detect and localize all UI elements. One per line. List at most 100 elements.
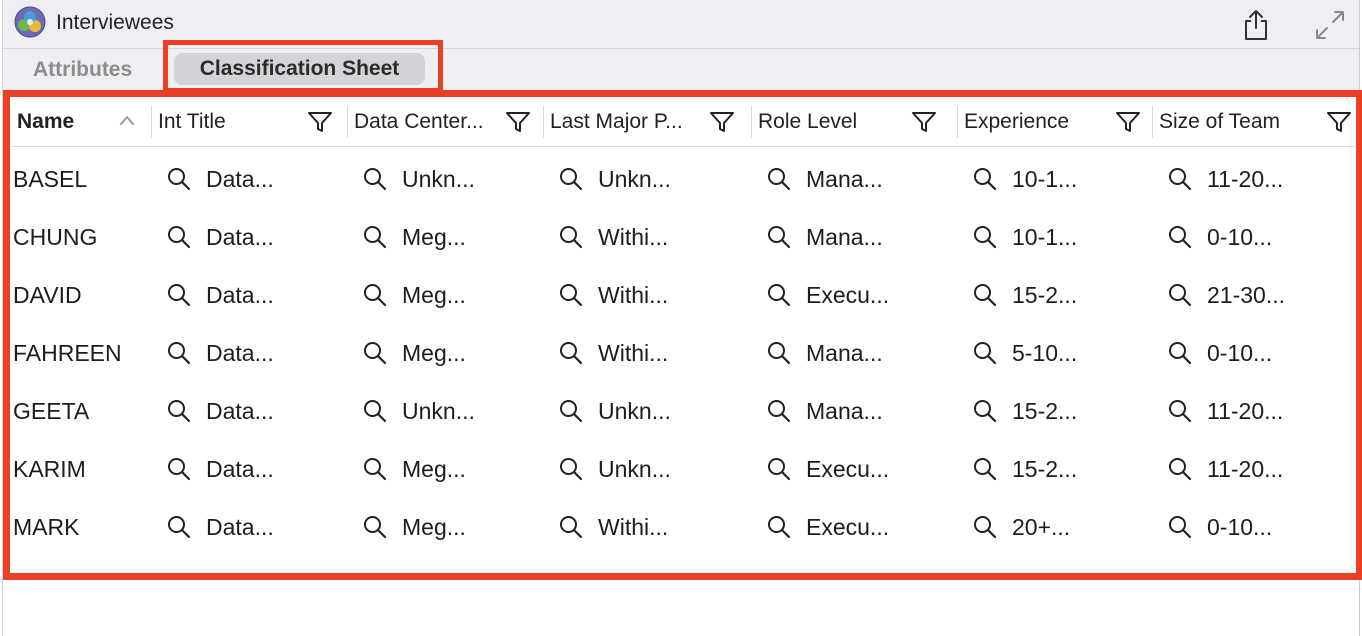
table-row[interactable]: GEETA Data... Unkn... Unkn... Mana... 15-2...… — [11, 380, 1355, 438]
magnifier-icon[interactable] — [166, 282, 192, 308]
table-cell[interactable]: Execu... — [766, 452, 889, 486]
table-cell[interactable]: Execu... — [766, 510, 889, 544]
table-cell[interactable]: Withi... — [558, 336, 668, 370]
magnifier-icon[interactable] — [972, 340, 998, 366]
table-cell[interactable]: Withi... — [558, 220, 668, 254]
table-row[interactable]: MARK Data... Meg... Withi... Execu... 20+... 0… — [11, 496, 1355, 554]
magnifier-icon[interactable] — [362, 398, 388, 424]
magnifier-icon[interactable] — [558, 398, 584, 424]
expand-icon[interactable] — [1313, 8, 1347, 42]
magnifier-icon[interactable] — [1167, 282, 1193, 308]
magnifier-icon[interactable] — [362, 340, 388, 366]
magnifier-icon[interactable] — [766, 282, 792, 308]
magnifier-icon[interactable] — [972, 166, 998, 192]
table-row[interactable]: FAHREEN Data... Meg... Withi... Mana... 5-10.… — [11, 322, 1355, 380]
table-cell[interactable]: 10-1... — [972, 162, 1077, 196]
table-cell[interactable]: Data... — [166, 394, 274, 428]
tab-classification-sheet[interactable]: Classification Sheet — [174, 53, 425, 85]
row-name[interactable]: KARIM — [13, 456, 86, 483]
magnifier-icon[interactable] — [1167, 514, 1193, 540]
table-row[interactable]: CHUNG Data... Meg... Withi... Mana... 10-1...… — [11, 206, 1355, 264]
table-cell[interactable]: Data... — [166, 162, 274, 196]
magnifier-icon[interactable] — [166, 166, 192, 192]
magnifier-icon[interactable] — [558, 456, 584, 482]
table-cell[interactable]: Meg... — [362, 220, 466, 254]
magnifier-icon[interactable] — [972, 398, 998, 424]
table-cell[interactable]: Meg... — [362, 510, 466, 544]
table-row[interactable]: KARIM Data... Meg... Unkn... Execu... 15-2...… — [11, 438, 1355, 496]
table-cell[interactable]: Withi... — [558, 278, 668, 312]
table-cell[interactable]: 15-2... — [972, 394, 1077, 428]
table-cell[interactable]: Unkn... — [558, 162, 671, 196]
magnifier-icon[interactable] — [972, 514, 998, 540]
column-header-5[interactable]: Experience — [957, 98, 1152, 146]
row-name[interactable]: FAHREEN — [13, 340, 122, 367]
magnifier-icon[interactable] — [972, 282, 998, 308]
magnifier-icon[interactable] — [766, 166, 792, 192]
table-cell[interactable]: Meg... — [362, 336, 466, 370]
magnifier-icon[interactable] — [362, 224, 388, 250]
magnifier-icon[interactable] — [972, 224, 998, 250]
column-header-3[interactable]: Last Major P... — [543, 98, 751, 146]
magnifier-icon[interactable] — [766, 224, 792, 250]
column-header-1[interactable]: Int Title — [151, 98, 347, 146]
magnifier-icon[interactable] — [766, 398, 792, 424]
sort-ascending-icon[interactable] — [119, 114, 135, 126]
magnifier-icon[interactable] — [766, 456, 792, 482]
table-cell[interactable]: 20+... — [972, 510, 1070, 544]
row-name[interactable]: CHUNG — [13, 224, 97, 251]
table-cell[interactable]: 11-20... — [1167, 452, 1283, 486]
magnifier-icon[interactable] — [558, 224, 584, 250]
table-cell[interactable]: Unkn... — [362, 162, 475, 196]
filter-icon[interactable] — [1115, 110, 1141, 134]
table-cell[interactable]: Execu... — [766, 278, 889, 312]
table-cell[interactable]: 15-2... — [972, 278, 1077, 312]
table-cell[interactable]: Unkn... — [362, 394, 475, 428]
tab-attributes[interactable]: Attributes — [33, 58, 132, 82]
magnifier-icon[interactable] — [1167, 398, 1193, 424]
magnifier-icon[interactable] — [166, 398, 192, 424]
table-cell[interactable]: Meg... — [362, 278, 466, 312]
filter-icon[interactable] — [709, 110, 735, 134]
column-header-2[interactable]: Data Center... — [347, 98, 543, 146]
magnifier-icon[interactable] — [362, 456, 388, 482]
row-name[interactable]: DAVID — [13, 282, 82, 309]
table-cell[interactable]: Withi... — [558, 510, 668, 544]
row-name[interactable]: BASEL — [13, 166, 87, 193]
magnifier-icon[interactable] — [166, 514, 192, 540]
table-cell[interactable]: Mana... — [766, 336, 883, 370]
table-cell[interactable]: Mana... — [766, 394, 883, 428]
table-cell[interactable]: 5-10... — [972, 336, 1077, 370]
table-cell[interactable]: Data... — [166, 336, 274, 370]
table-cell[interactable]: Data... — [166, 220, 274, 254]
filter-icon[interactable] — [911, 110, 937, 134]
table-row[interactable]: BASEL Data... Unkn... Unkn... Mana... 10-1...… — [11, 148, 1355, 206]
table-cell[interactable]: 15-2... — [972, 452, 1077, 486]
magnifier-icon[interactable] — [766, 340, 792, 366]
magnifier-icon[interactable] — [1167, 456, 1193, 482]
share-icon[interactable] — [1241, 8, 1271, 42]
magnifier-icon[interactable] — [972, 456, 998, 482]
magnifier-icon[interactable] — [166, 224, 192, 250]
column-header-4[interactable]: Role Level — [751, 98, 957, 146]
table-cell[interactable]: 0-10... — [1167, 220, 1272, 254]
table-cell[interactable]: Data... — [166, 510, 274, 544]
table-cell[interactable]: 10-1... — [972, 220, 1077, 254]
table-cell[interactable]: 11-20... — [1167, 162, 1283, 196]
table-cell[interactable]: Unkn... — [558, 394, 671, 428]
magnifier-icon[interactable] — [1167, 224, 1193, 250]
magnifier-icon[interactable] — [1167, 166, 1193, 192]
filter-icon[interactable] — [1326, 110, 1352, 134]
table-cell[interactable]: 0-10... — [1167, 510, 1272, 544]
column-header-name[interactable]: Name — [11, 98, 151, 146]
magnifier-icon[interactable] — [558, 282, 584, 308]
magnifier-icon[interactable] — [558, 166, 584, 192]
table-cell[interactable]: Unkn... — [558, 452, 671, 486]
magnifier-icon[interactable] — [766, 514, 792, 540]
filter-icon[interactable] — [505, 110, 531, 134]
magnifier-icon[interactable] — [1167, 340, 1193, 366]
table-cell[interactable]: 0-10... — [1167, 336, 1272, 370]
table-cell[interactable]: Mana... — [766, 220, 883, 254]
magnifier-icon[interactable] — [166, 340, 192, 366]
magnifier-icon[interactable] — [558, 514, 584, 540]
